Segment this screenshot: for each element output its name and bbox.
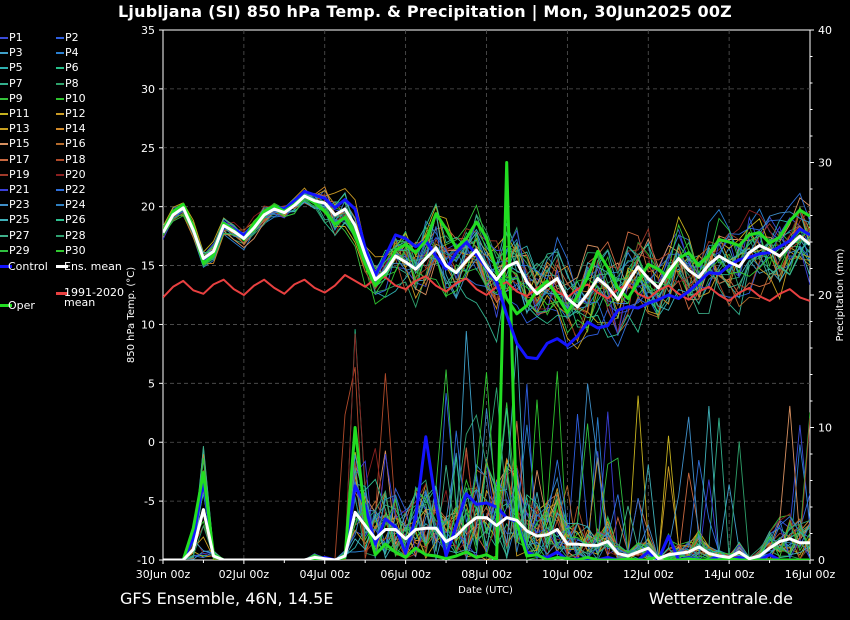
x-tick-label: 02Jul 00z [219, 568, 270, 581]
model-label: GFS Ensemble, 46N, 14.5E [120, 589, 334, 608]
y-tick-label: 30 [141, 83, 155, 96]
y-tick-label: 5 [148, 377, 155, 390]
x-tick-label: 14Jul 00z [704, 568, 755, 581]
y-tick-label: 20 [141, 201, 155, 214]
y-tick-label: -5 [144, 495, 155, 508]
y-tick-label: 15 [141, 260, 155, 273]
chart-canvas: 35 30 25 20 15 10 5 0 -5 -1030Jun 00z 02Jul 00z 04J… [126, 24, 846, 596]
y-tick-label: -10 [137, 554, 155, 567]
y-tick-label: 35 [141, 24, 155, 37]
y2-axis-title: Precipitation (mm) [835, 248, 846, 341]
y2-tick-label: 10 [818, 422, 832, 435]
y-axis-title: 850 hPa Temp. (°C) [126, 267, 137, 363]
y-tick-label: 25 [141, 142, 155, 155]
y-tick-label: 0 [148, 436, 155, 449]
y2-tick-label: 20 [818, 289, 832, 302]
x-tick-label: 04Jul 00z [299, 568, 350, 581]
x-axis-title: Date (UTC) [458, 585, 513, 596]
x-tick-label: 16Jul 00z [785, 568, 836, 581]
x-tick-label: 12Jul 00z [623, 568, 674, 581]
x-tick-label: 08Jul 00z [461, 568, 512, 581]
x-tick-label: 10Jul 00z [542, 568, 593, 581]
y2-tick-label: 0 [818, 554, 825, 567]
y2-tick-label: 40 [818, 24, 832, 37]
x-tick-label: 06Jul 00z [380, 568, 431, 581]
y-tick-label: 10 [141, 318, 155, 331]
x-tick-label: 30Jun 00z [136, 568, 191, 581]
source-label: Wetterzentrale.de [648, 589, 793, 608]
y2-tick-label: 30 [818, 157, 832, 170]
